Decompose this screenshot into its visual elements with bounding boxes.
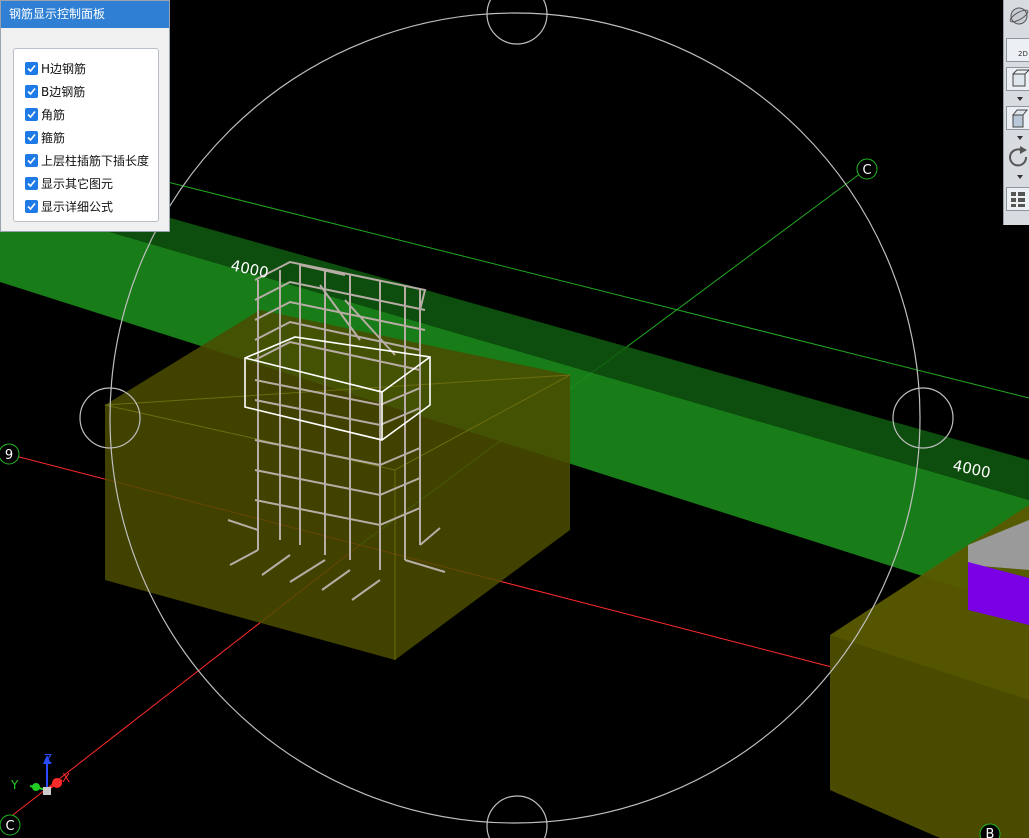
option-show-detailed-formula[interactable]: 显示详细公式 — [25, 197, 113, 215]
option-h-side-rebar[interactable]: H边钢筋 — [25, 59, 86, 77]
checkbox-checked-icon[interactable] — [25, 107, 38, 121]
view-2d-icon[interactable]: 2D — [1006, 38, 1029, 62]
orbit-handle-top[interactable] — [486, 0, 548, 45]
footing-left — [105, 310, 570, 660]
orbit-handle-bottom[interactable] — [486, 795, 548, 838]
panel-title: 钢筋显示控制面板 — [1, 1, 169, 28]
axis-marker-label: C — [862, 163, 871, 178]
checkbox-checked-icon[interactable] — [25, 84, 38, 98]
checkbox-checked-icon[interactable] — [25, 153, 38, 167]
svg-text:Y: Y — [10, 778, 19, 792]
chevron-down-icon[interactable] — [1017, 97, 1023, 101]
orbit-icon[interactable] — [1006, 4, 1029, 28]
rotate-icon[interactable] — [1006, 145, 1029, 169]
option-corner-rebar[interactable]: 角筋 — [25, 105, 65, 123]
rebar-display-control-panel: 钢筋显示控制面板 H边钢筋 B边钢筋 角筋 箍筋 上层柱插筋下插长度 显示其它图… — [0, 0, 170, 232]
option-show-other-elements[interactable]: 显示其它图元 — [25, 174, 113, 192]
checkbox-checked-icon[interactable] — [25, 199, 38, 213]
checkbox-checked-icon[interactable] — [25, 61, 38, 75]
svg-text:Z: Z — [44, 752, 52, 766]
axis-marker-label: 9 — [5, 448, 13, 463]
panel-options-group: H边钢筋 B边钢筋 角筋 箍筋 上层柱插筋下插长度 显示其它图元 显示详细公式 — [13, 48, 159, 222]
axis-marker-label: C — [5, 819, 14, 834]
checkbox-checked-icon[interactable] — [25, 176, 38, 190]
axis-marker-label: B — [986, 827, 995, 838]
svg-text:X: X — [62, 771, 70, 785]
option-b-side-rebar[interactable]: B边钢筋 — [25, 82, 85, 100]
option-upper-column-dowel-length[interactable]: 上层柱插筋下插长度 — [25, 151, 149, 169]
chevron-down-icon[interactable] — [1017, 175, 1023, 179]
settings-grid-icon[interactable] — [1006, 187, 1029, 211]
view-cube-icon[interactable] — [1006, 106, 1029, 130]
view-toolbar: 2D — [1003, 0, 1029, 225]
view-box-icon[interactable] — [1006, 67, 1029, 91]
option-stirrup[interactable]: 箍筋 — [25, 128, 65, 146]
checkbox-checked-icon[interactable] — [25, 130, 38, 144]
axis-gizmo: Z Y X — [10, 752, 70, 795]
chevron-down-icon[interactable] — [1017, 136, 1023, 140]
